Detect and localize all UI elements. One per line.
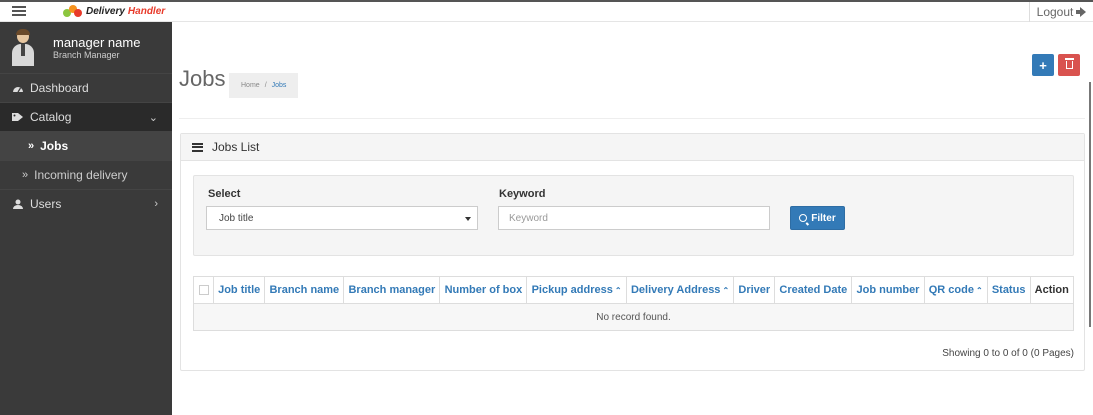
select-value: Job title: [219, 212, 254, 224]
divider: [179, 118, 1085, 119]
sidebar-item-label: Catalog: [30, 110, 72, 124]
column-header[interactable]: Pickup address ⌃: [526, 276, 627, 304]
chevron-right-icon: ›: [154, 198, 158, 210]
filter-field-select[interactable]: Job title: [206, 206, 478, 230]
page-title: Jobs: [179, 66, 226, 91]
jobs-table: Job title Branch name Branch manager Num…: [193, 276, 1075, 331]
column-header[interactable]: Delivery Address ⌃: [625, 276, 735, 304]
double-chevron-right-icon: »: [22, 169, 29, 181]
sidebar-item-label: Dashboard: [30, 81, 89, 95]
column-header[interactable]: Branch name: [264, 276, 345, 304]
caret-down-icon: [465, 217, 471, 221]
sidebar-item-users[interactable]: Users ›: [0, 189, 172, 218]
column-header[interactable]: Status: [986, 276, 1031, 304]
breadcrumb-home[interactable]: Home: [241, 82, 260, 89]
sidebar-item-dashboard[interactable]: Dashboard: [0, 73, 172, 102]
panel-title: Jobs List: [212, 140, 260, 154]
user-role: Branch Manager: [53, 50, 120, 60]
main-content: Jobs Home / Jobs + Jobs List Select Job …: [172, 22, 1093, 415]
double-chevron-right-icon: »: [28, 140, 35, 152]
add-job-button[interactable]: +: [1032, 54, 1054, 76]
select-all-cell: [193, 276, 214, 304]
dashboard-icon: [13, 87, 23, 93]
top-bar: Delivery Handler Logout: [0, 0, 1093, 22]
logout-label: Logout: [1036, 5, 1074, 19]
logout-button[interactable]: Logout: [1029, 2, 1093, 22]
select-all-checkbox[interactable]: [198, 285, 209, 296]
brand-name-part2: Handler: [127, 5, 166, 17]
breadcrumb-current: Jobs: [271, 82, 287, 89]
sidebar-item-label: Incoming delivery: [34, 168, 128, 182]
plus-icon: +: [1039, 57, 1047, 73]
sort-up-icon: ⌃: [722, 286, 730, 295]
search-icon: [799, 214, 808, 222]
sidebar-item-catalog[interactable]: Catalog ⌄: [0, 102, 172, 131]
user-name: manager name: [53, 35, 141, 50]
column-header[interactable]: Job number: [851, 276, 925, 304]
sidebar-item-label: Jobs: [40, 139, 69, 153]
user-profile: manager name Branch Manager: [0, 22, 172, 73]
filter-form: Select Job title Keyword Filter: [193, 175, 1074, 256]
list-icon: [192, 142, 203, 152]
logo-icon: [63, 4, 83, 18]
empty-message: No record found.: [193, 303, 1074, 331]
brand-logo[interactable]: Delivery Handler: [63, 3, 165, 19]
column-header: Action: [1029, 276, 1075, 304]
column-header[interactable]: Branch manager: [343, 276, 441, 304]
select-label: Select: [208, 188, 241, 200]
chevron-down-icon: ⌄: [148, 111, 158, 124]
filter-button-label: Filter: [811, 212, 836, 224]
sidebar: manager name Branch Manager Dashboard Ca…: [0, 22, 172, 415]
table-row: No record found.: [193, 303, 1074, 331]
breadcrumb: Home / Jobs: [229, 73, 299, 98]
pagination-summary: Showing 0 to 0 of 0 (0 Pages): [942, 348, 1074, 359]
scrollbar[interactable]: [1089, 82, 1091, 327]
column-header[interactable]: Driver: [733, 276, 776, 304]
column-header[interactable]: QR code ⌃: [923, 276, 988, 304]
sidebar-item-jobs[interactable]: » Jobs: [0, 131, 172, 160]
avatar: [12, 29, 34, 66]
sign-out-icon: [1076, 7, 1087, 17]
user-icon: [13, 199, 23, 209]
keyword-label: Keyword: [499, 188, 546, 200]
sidebar-item-label: Users: [30, 197, 62, 211]
sort-up-icon: ⌃: [975, 286, 983, 295]
table-header-row: Job title Branch name Branch manager Num…: [193, 276, 1075, 304]
filter-button[interactable]: Filter: [790, 206, 845, 230]
column-header[interactable]: Job title: [212, 276, 266, 304]
sidebar-toggle-icon[interactable]: [12, 4, 26, 18]
sort-up-icon: ⌃: [614, 286, 622, 295]
sidebar-item-incoming-delivery[interactable]: » Incoming delivery: [0, 160, 172, 189]
keyword-input[interactable]: [498, 206, 770, 230]
column-header[interactable]: Number of box: [439, 276, 528, 304]
delete-jobs-button[interactable]: [1058, 54, 1080, 76]
column-header[interactable]: Created Date: [774, 276, 853, 304]
trash-icon: [1064, 58, 1074, 69]
brand-name-part1: Delivery: [86, 5, 125, 17]
tag-icon: [12, 113, 23, 121]
breadcrumb-separator: /: [264, 82, 267, 89]
panel-header: Jobs List: [181, 134, 1084, 161]
jobs-list-panel: Jobs List Select Job title Keyword Filte…: [180, 133, 1085, 371]
